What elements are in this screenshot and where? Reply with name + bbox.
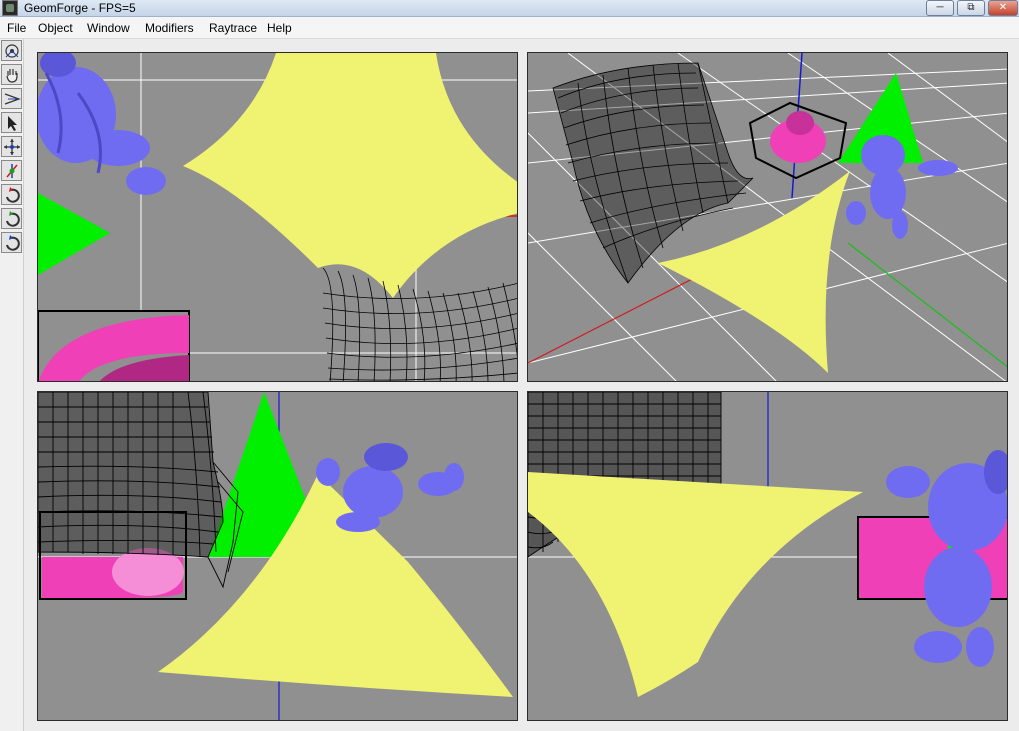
select-arrow-icon bbox=[8, 116, 17, 131]
side-view-scene bbox=[528, 392, 1007, 697]
menu-object[interactable]: Object bbox=[35, 20, 76, 36]
scale-icon bbox=[6, 164, 18, 178]
window-title: GeomForge - FPS=5 bbox=[24, 1, 136, 15]
move-tool[interactable] bbox=[1, 136, 22, 157]
move-icon bbox=[4, 139, 20, 155]
menu-bar: File Object Window Modifiers Raytrace He… bbox=[0, 17, 1019, 39]
pink-torus[interactable] bbox=[748, 101, 848, 180]
rotate-x-icon bbox=[6, 187, 20, 203]
axis-y-line bbox=[847, 242, 1007, 368]
orbit-camera-icon bbox=[5, 44, 19, 58]
viewport-area bbox=[24, 39, 1019, 731]
menu-file[interactable]: File bbox=[4, 20, 29, 36]
pan-tool[interactable] bbox=[1, 64, 22, 85]
minimize-button[interactable]: ─ bbox=[926, 0, 954, 16]
viewport-perspective[interactable] bbox=[527, 52, 1008, 382]
restore-icon: ⧉ bbox=[967, 2, 975, 13]
pink-torus[interactable] bbox=[38, 310, 190, 382]
menu-raytrace[interactable]: Raytrace bbox=[206, 20, 260, 36]
rotate-x-tool[interactable] bbox=[1, 184, 22, 205]
close-button[interactable]: ✕ bbox=[988, 0, 1018, 16]
menu-modifiers[interactable]: Modifiers bbox=[142, 20, 197, 36]
pan-hand-icon bbox=[6, 69, 18, 83]
blue-monster[interactable] bbox=[38, 53, 166, 195]
minimize-icon: ─ bbox=[936, 2, 944, 13]
yellow-plane[interactable] bbox=[528, 472, 863, 697]
green-cone[interactable] bbox=[38, 193, 110, 275]
select-tool[interactable] bbox=[1, 112, 22, 133]
orbit-camera-tool[interactable] bbox=[1, 40, 22, 61]
close-icon: ✕ bbox=[998, 2, 1008, 13]
viewport-front[interactable] bbox=[37, 391, 518, 721]
maximize-button[interactable]: ⧉ bbox=[957, 0, 985, 16]
blue-monster[interactable] bbox=[316, 443, 464, 532]
menu-help[interactable]: Help bbox=[264, 20, 295, 36]
scale-tool[interactable] bbox=[1, 160, 22, 181]
rotate-z-icon bbox=[6, 235, 20, 251]
zoom-camera-tool[interactable] bbox=[1, 88, 22, 109]
wireframe-mesh[interactable] bbox=[322, 267, 518, 382]
viewport-side[interactable] bbox=[527, 391, 1008, 721]
app-icon[interactable] bbox=[2, 0, 18, 16]
title-bar: GeomForge - FPS=5 ─ ⧉ ✕ bbox=[0, 0, 1019, 17]
viewport-top[interactable] bbox=[37, 52, 518, 382]
rotate-y-icon bbox=[6, 211, 20, 227]
yellow-plane[interactable] bbox=[183, 53, 518, 298]
menu-window[interactable]: Window bbox=[84, 20, 133, 36]
zoom-camera-icon bbox=[4, 93, 21, 105]
rotate-z-tool[interactable] bbox=[1, 232, 22, 253]
top-view-scene bbox=[38, 53, 518, 382]
rotate-y-tool[interactable] bbox=[1, 208, 22, 229]
perspective-view-scene bbox=[528, 53, 1007, 381]
front-view-scene bbox=[38, 392, 517, 720]
tool-bar bbox=[0, 39, 24, 731]
